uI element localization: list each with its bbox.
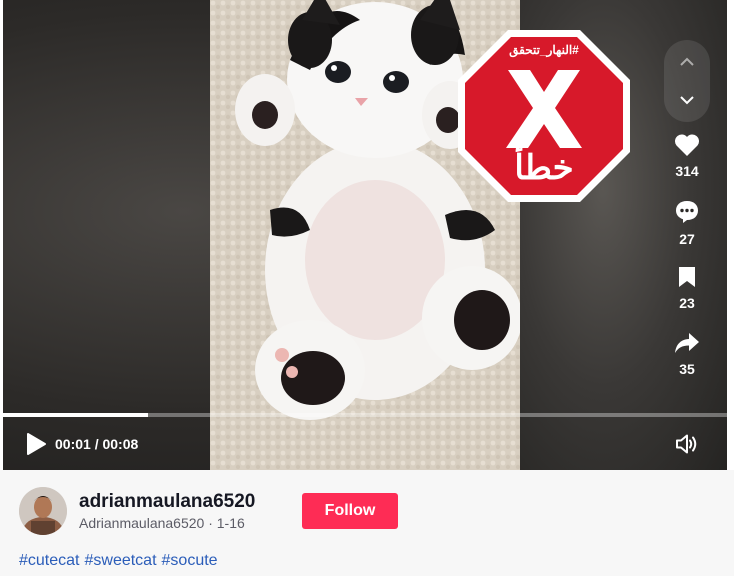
hashtag-link[interactable]: #socute [162, 552, 218, 569]
volume-icon [676, 434, 697, 454]
comment-icon [676, 201, 698, 223]
save-count: 23 [679, 295, 695, 311]
hashtag-list: #cutecat #sweetcat #socute [19, 552, 223, 570]
user-avatar-image [19, 487, 67, 535]
comment-count: 27 [679, 231, 695, 247]
comment-action[interactable]: 27 [666, 199, 708, 247]
share-count: 35 [679, 361, 695, 377]
video-player[interactable]: #النهار_تتحقق خطأ 314 27 23 35 00:01 / 0… [3, 0, 727, 470]
bookmark-icon [679, 267, 695, 287]
volume-button[interactable] [675, 433, 699, 455]
fact-check-stamp: #النهار_تتحقق خطأ [456, 28, 632, 204]
video-nav-rail [664, 40, 710, 122]
player-controls: 00:01 / 00:08 [3, 424, 727, 464]
share-action[interactable]: 35 [666, 331, 708, 377]
author-username[interactable]: adrianmaulana6520 [79, 491, 255, 513]
follow-button[interactable]: Follow [302, 493, 398, 529]
avatar[interactable] [19, 487, 67, 535]
hashtag-link[interactable]: #cutecat [19, 552, 79, 569]
author-subline: Adrianmaulana6520 · 1-16 [79, 515, 245, 531]
time-display: 00:01 / 00:08 [55, 436, 139, 452]
previous-video-button[interactable] [664, 42, 710, 82]
save-action[interactable]: 23 [666, 265, 708, 311]
hashtag-link[interactable]: #sweetcat [84, 552, 156, 569]
stamp-verdict: خطأ [514, 149, 574, 187]
like-action[interactable]: 314 [666, 133, 708, 179]
chevron-down-icon [680, 96, 694, 105]
like-count: 314 [675, 163, 699, 179]
share-icon [675, 333, 699, 353]
heart-icon [674, 134, 700, 156]
progress-fill [3, 413, 148, 417]
chevron-up-icon [680, 57, 694, 66]
next-video-button[interactable] [664, 80, 710, 120]
play-icon [27, 433, 46, 455]
stamp-hashtag: #النهار_تتحقق [509, 43, 579, 57]
progress-bar[interactable] [3, 413, 727, 417]
play-button[interactable] [25, 432, 47, 456]
